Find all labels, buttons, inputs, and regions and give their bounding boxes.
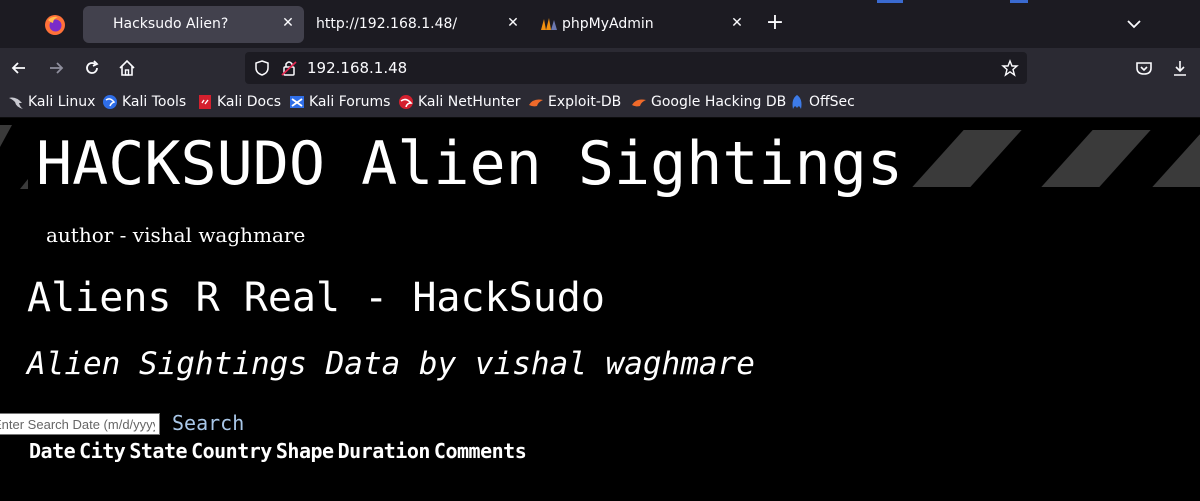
phpmyadmin-icon [541,18,557,30]
tab-title: http://192.168.1.48/ [316,16,458,32]
column-header-state: State [129,439,188,463]
address-bar[interactable]: 192.168.1.48 [245,52,1027,84]
kali-dragon-icon [9,97,23,109]
bookmark-google-hacking-db[interactable]: Google Hacking DB [631,94,786,110]
bookmarks-toolbar: Kali Linux Kali Tools Kali Docs Kali For… [0,88,1200,118]
search-date-input[interactable] [0,413,160,435]
download-icon[interactable] [1170,58,1190,78]
close-tab-icon[interactable]: ✕ [279,14,297,32]
offsec-icon [792,95,802,109]
bookmark-label: Kali Tools [122,94,187,110]
kali-forums-icon [290,96,304,108]
bookmark-kali-tools[interactable]: Kali Tools [102,94,186,110]
bookmark-star-icon[interactable] [1001,59,1019,77]
bookmark-exploit-db[interactable]: Exploit-DB [528,94,621,110]
table-header-row: Date City State Country Shape Duration C… [29,439,527,463]
decorative-stripe [1152,130,1200,187]
top-edge-mark [1010,0,1028,3]
forward-arrow-icon[interactable] [46,58,66,78]
bookmark-kali-linux[interactable]: Kali Linux [8,94,95,110]
tab-title: phpMyAdmin [562,16,654,32]
shield-icon[interactable] [253,59,271,77]
tab-bar: Hacksudo Alien? ✕ http://192.168.1.48/ ✕… [0,0,1200,48]
new-tab-icon[interactable]: + [765,12,785,34]
page-content: HACKSUDO Alien Sightings author - vishal… [0,119,1200,501]
bookmark-label: OffSec [809,94,855,110]
bookmark-label: Kali Docs [217,94,282,110]
reload-icon[interactable] [82,58,102,78]
navigation-toolbar: 192.168.1.48 [0,48,1200,88]
pocket-icon[interactable] [1134,58,1154,78]
bookmark-kali-forums[interactable]: Kali Forums [289,94,390,110]
decorative-stripe [912,130,1022,187]
bookmark-offsec[interactable]: OffSec [789,94,855,110]
tab-phpmyadmin[interactable]: phpMyAdmin ✕ [530,6,756,43]
exploit-db-icon [529,99,543,107]
nethunter-icon [399,95,413,109]
column-header-city: City [79,439,126,463]
bookmark-label: Kali Forums [309,94,391,110]
column-header-comments: Comments [433,439,527,463]
tab-hacksudo-alien[interactable]: Hacksudo Alien? ✕ [83,6,304,43]
firefox-icon[interactable] [44,14,66,36]
bookmark-label: Kali NetHunter [418,94,521,110]
page-subheading: Alien Sightings Data by vishal waghmare [27,346,755,382]
bookmark-label: Google Hacking DB [651,94,787,110]
column-header-country: Country [191,439,272,463]
url-text: 192.168.1.48 [307,59,408,77]
back-arrow-icon[interactable] [9,58,29,78]
top-edge-mark [877,0,903,3]
column-header-date: Date [29,439,76,463]
ghdb-icon [632,99,646,107]
decorative-stripe [20,179,28,189]
chevron-down-icon[interactable] [1124,14,1144,34]
bookmark-label: Exploit-DB [548,94,622,110]
bookmark-kali-nethunter[interactable]: Kali NetHunter [398,94,520,110]
decorative-stripe [1041,130,1151,187]
close-tab-icon[interactable]: ✕ [504,14,522,32]
column-header-shape: Shape [275,439,334,463]
bookmark-label: Kali Linux [28,94,96,110]
tab-title: Hacksudo Alien? [113,16,229,32]
decorative-stripe [0,125,12,147]
kali-tools-icon [103,95,117,109]
column-header-duration: Duration [337,439,431,463]
home-icon[interactable] [117,58,137,78]
author-line: author - vishal waghmare [46,223,306,247]
close-tab-icon[interactable]: ✕ [728,14,746,32]
tab-http-192-168-1-48[interactable]: http://192.168.1.48/ ✕ [306,6,528,43]
search-button[interactable]: Search [172,411,244,435]
page-heading: Aliens R Real - HackSudo [27,275,605,321]
bookmark-kali-docs[interactable]: Kali Docs [197,94,281,110]
page-title: HACKSUDO Alien Sightings [36,129,903,199]
insecure-lock-icon[interactable] [280,59,298,77]
kali-docs-icon [199,95,211,109]
